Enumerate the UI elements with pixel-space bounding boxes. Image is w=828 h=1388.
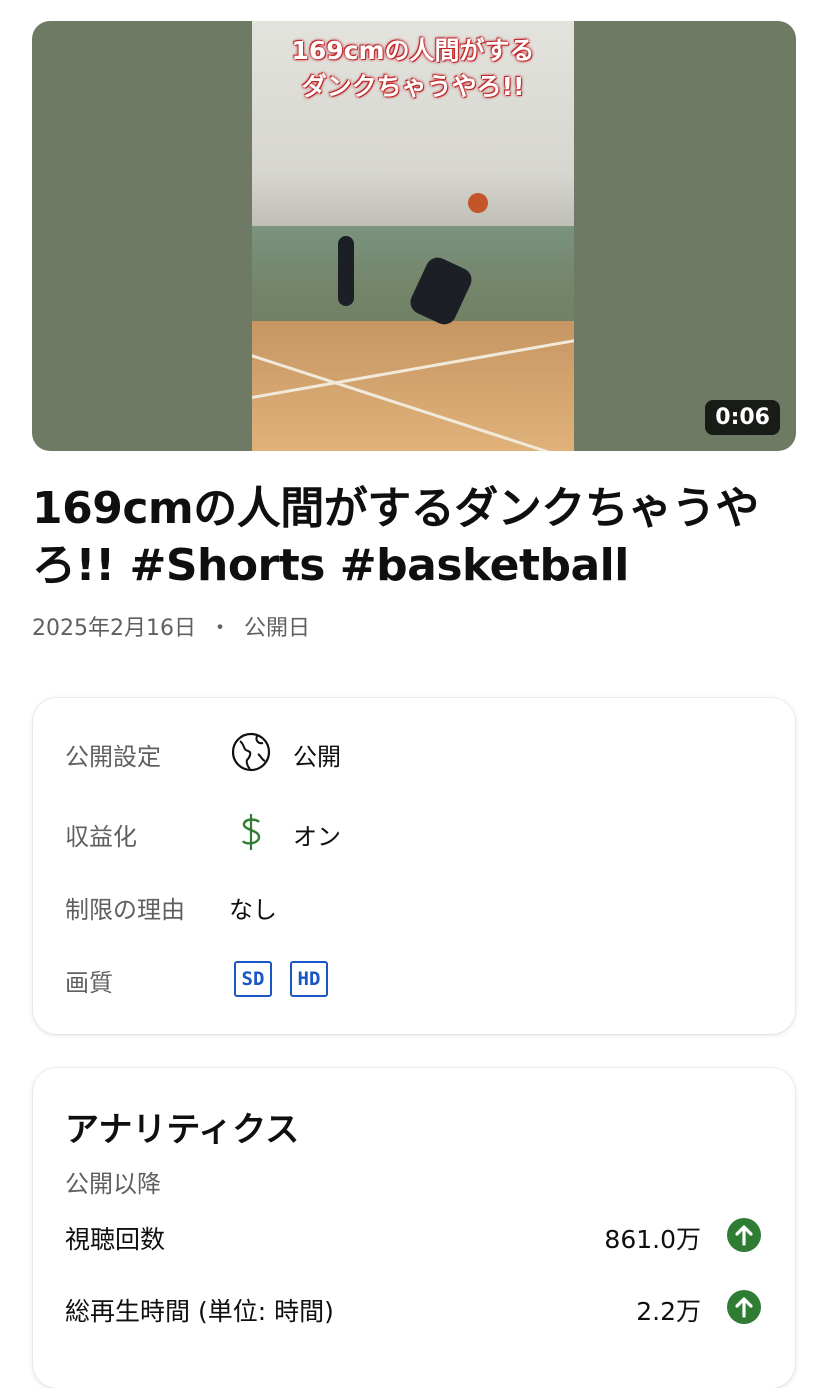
watch-time-label: 総再生時間 (単位: 時間) (65, 1297, 334, 1326)
analytics-title: アナリティクス (65, 1110, 300, 1150)
restriction-value: なし (229, 896, 277, 924)
views-value: 861.0万 (604, 1225, 701, 1254)
publish-meta: 2025年2月16日 ・ 公開日 (32, 610, 310, 642)
analytics-subtitle: 公開以降 (65, 1170, 161, 1198)
dollar-icon (231, 812, 271, 852)
overlay-text: 169cmの人間がする (291, 36, 535, 65)
publish-date: 2025年2月16日 (32, 616, 196, 641)
visibility-label: 公開設定 (65, 743, 161, 771)
trend-up-icon (727, 1218, 761, 1252)
hd-icon: HD (290, 961, 328, 997)
gym-floor (252, 321, 574, 451)
analytics-card[interactable]: アナリティクス 公開以降 視聴回数 861.0万 総再生時間 (単位: 時間) … (33, 1068, 795, 1388)
monetization-label: 収益化 (65, 823, 137, 851)
gym-wall (252, 226, 574, 336)
meta-separator: ・ (208, 616, 231, 641)
restriction-label: 制限の理由 (65, 896, 185, 924)
details-card: 公開設定 公開 収益化 オン 制限の理由 なし 画質 SD HD (33, 698, 795, 1034)
video-title: 169cmの人間がするダンクちゃうやろ!! #Shorts #basketbal… (32, 483, 759, 591)
duration-badge: 0:06 (705, 400, 780, 435)
video-frame: 169cmの人間がする ダンクちゃうやろ!! (252, 21, 574, 451)
watch-time-value: 2.2万 (636, 1297, 701, 1326)
basketball (468, 193, 488, 213)
quality-label: 画質 (65, 969, 113, 997)
video-thumbnail[interactable]: 169cmの人間がする ダンクちゃうやろ!! 0:06 (32, 21, 796, 451)
visibility-value: 公開 (293, 743, 341, 771)
overlay-text: ダンクちゃうやろ!! (301, 72, 525, 101)
sd-icon: SD (234, 961, 272, 997)
publish-status: 公開日 (244, 616, 311, 641)
views-label: 視聴回数 (65, 1225, 166, 1254)
globe-icon (231, 732, 271, 772)
monetization-value: オン (293, 823, 341, 851)
player-figure (338, 236, 354, 306)
trend-up-icon (727, 1290, 761, 1324)
